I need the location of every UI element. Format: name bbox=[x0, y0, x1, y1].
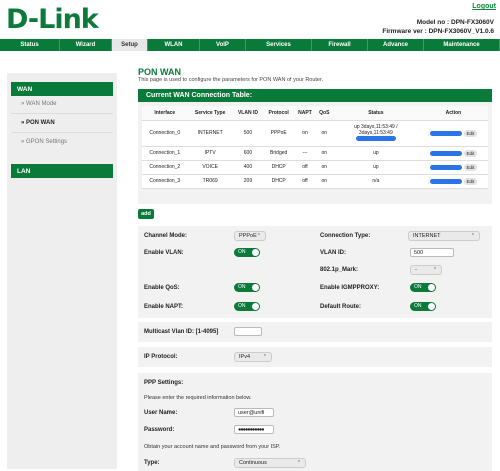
edit-button[interactable]: Edit bbox=[463, 163, 478, 171]
chevron-icon: ⌃ bbox=[296, 460, 301, 466]
connection-type-label: Connection Type: bbox=[320, 233, 371, 239]
table-title: Current WAN Connection Table: bbox=[138, 89, 492, 102]
table-row: Connection_2 VOICE 400 DHCP off on up Edit bbox=[142, 160, 488, 175]
ppp-note-text: Obtain your account name and password fr… bbox=[144, 444, 281, 450]
table-header-row: Interface Service Type VLAN ID Protocol NAPT… bbox=[142, 106, 488, 121]
logout-link[interactable]: Logout bbox=[472, 3, 496, 10]
sidebar-header-lan[interactable]: LAN bbox=[11, 164, 113, 178]
edit-button[interactable]: Edit bbox=[463, 129, 478, 137]
add-button[interactable]: add bbox=[138, 209, 154, 219]
enable-igmp-label: Enable IGMPPROXY: bbox=[320, 285, 380, 291]
ip-protocol-panel: IP Protocol: IPv4 ⌃ bbox=[138, 347, 492, 367]
username-label: User Name: bbox=[144, 410, 178, 416]
top-nav: Status Wizard Setup WLAN VoIP Services F… bbox=[0, 39, 500, 51]
channel-mode-label: Channel Mode: bbox=[144, 233, 187, 239]
dlink-logo: D-Link bbox=[6, 4, 99, 35]
multicast-label: Multicast Vlan ID: [1-4095] bbox=[144, 329, 219, 335]
action-button[interactable] bbox=[429, 178, 462, 184]
nav-setup[interactable]: Setup bbox=[112, 39, 148, 51]
firmware-version: Firmware ver : DPN-FX3060V_V1.0.6 bbox=[382, 28, 494, 35]
multicast-panel: Multicast Vlan ID: [1-4095] bbox=[138, 322, 492, 342]
enable-vlan-toggle[interactable]: ON bbox=[234, 248, 260, 257]
table-row: Connection_1 IPTV 600 Bridged --- on up Edit bbox=[142, 146, 488, 161]
ppp-info-text: Please enter the required information be… bbox=[144, 395, 252, 401]
model-number: Model no : DPN-FX3060V bbox=[416, 19, 494, 26]
sidebar-item-gpon-settings[interactable]: » GPON Settings bbox=[21, 139, 67, 145]
default-route-label: Default Route: bbox=[320, 304, 361, 310]
device-info: Model no : DPN-FX3060V Firmware ver : DP… bbox=[382, 18, 494, 36]
ppp-settings-title: PPP Settings: bbox=[144, 380, 184, 386]
nav-wizard[interactable]: Wizard bbox=[60, 39, 112, 51]
mark-select[interactable]: - ⌃ bbox=[410, 265, 442, 275]
edit-button[interactable]: Edit bbox=[463, 177, 478, 185]
action-button[interactable] bbox=[429, 164, 462, 170]
nav-advance[interactable]: Advance bbox=[368, 39, 424, 51]
connection-type-select[interactable]: INTERNET ⌃ bbox=[408, 231, 480, 241]
chevron-icon: ⌃ bbox=[432, 267, 437, 273]
type-label: Type: bbox=[144, 460, 160, 466]
ppp-settings-panel: PPP Settings: Please enter the required … bbox=[138, 373, 492, 471]
enable-napt-label: Enable NAPT: bbox=[144, 304, 184, 310]
password-label: Password: bbox=[144, 427, 175, 433]
enable-napt-toggle[interactable]: ON bbox=[234, 302, 260, 311]
sidebar-item-wan-mode[interactable]: » WAN Mode bbox=[21, 101, 56, 107]
chevron-icon: ⌃ bbox=[256, 233, 261, 239]
enable-vlan-label: Enable VLAN: bbox=[144, 250, 184, 256]
chevron-icon: ⌃ bbox=[470, 233, 475, 239]
nav-voip[interactable]: VoIP bbox=[200, 39, 246, 51]
multicast-input[interactable] bbox=[234, 327, 262, 336]
enable-qos-label: Enable QoS: bbox=[144, 285, 180, 291]
type-select[interactable]: Continuous ⌃ bbox=[234, 458, 306, 468]
edit-button[interactable]: Edit bbox=[463, 149, 478, 157]
wan-connection-table: Current WAN Connection Table: Interface S… bbox=[138, 89, 492, 204]
channel-mode-select[interactable]: PPPoE ⌃ bbox=[234, 231, 266, 241]
disconnect-button[interactable] bbox=[355, 136, 396, 142]
default-route-toggle[interactable]: ON bbox=[410, 302, 436, 311]
nav-wlan[interactable]: WLAN bbox=[148, 39, 200, 51]
mark-label: 802.1p_Mark: bbox=[320, 267, 359, 273]
page-title: PON WAN bbox=[138, 67, 182, 77]
username-input[interactable]: user@unifi bbox=[234, 408, 274, 417]
enable-igmp-toggle[interactable]: ON bbox=[410, 283, 436, 292]
ip-protocol-select[interactable]: IPv4 ⌃ bbox=[234, 352, 272, 362]
status-text: up 3days,11:53:49 / 3days,11:53:49 bbox=[354, 124, 398, 136]
table-row: Connection_0 INTERNET 500 PPPoE on on up 3day… bbox=[142, 120, 488, 147]
sidebar: WAN » WAN Mode » PON WAN » GPON Settings… bbox=[7, 73, 117, 469]
chevron-icon: ⌃ bbox=[262, 354, 267, 360]
nav-firewall[interactable]: Firewall bbox=[312, 39, 368, 51]
nav-maintenance[interactable]: Maintenance bbox=[424, 39, 500, 51]
ip-protocol-label: IP Protocol: bbox=[144, 354, 178, 360]
action-button[interactable] bbox=[429, 130, 462, 136]
enable-qos-toggle[interactable]: ON bbox=[234, 283, 260, 292]
sidebar-header-wan[interactable]: WAN bbox=[11, 82, 113, 96]
nav-services[interactable]: Services bbox=[246, 39, 312, 51]
vlan-id-input[interactable]: 500 bbox=[410, 248, 454, 257]
nav-status[interactable]: Status bbox=[0, 39, 60, 51]
connection-settings-panel: Channel Mode: PPPoE ⌃ Connection Type: IN… bbox=[138, 226, 492, 318]
table-row: Connection_3 TR069 209 DHCP off on n/a Edit bbox=[142, 174, 488, 189]
page-description: This page is used to configure the param… bbox=[138, 77, 324, 83]
sidebar-item-pon-wan[interactable]: » PON WAN bbox=[21, 120, 55, 126]
vlan-id-label: VLAN ID: bbox=[320, 250, 346, 256]
password-input[interactable]: ●●●●●●●●●●● bbox=[234, 425, 274, 434]
action-button[interactable] bbox=[429, 150, 462, 156]
